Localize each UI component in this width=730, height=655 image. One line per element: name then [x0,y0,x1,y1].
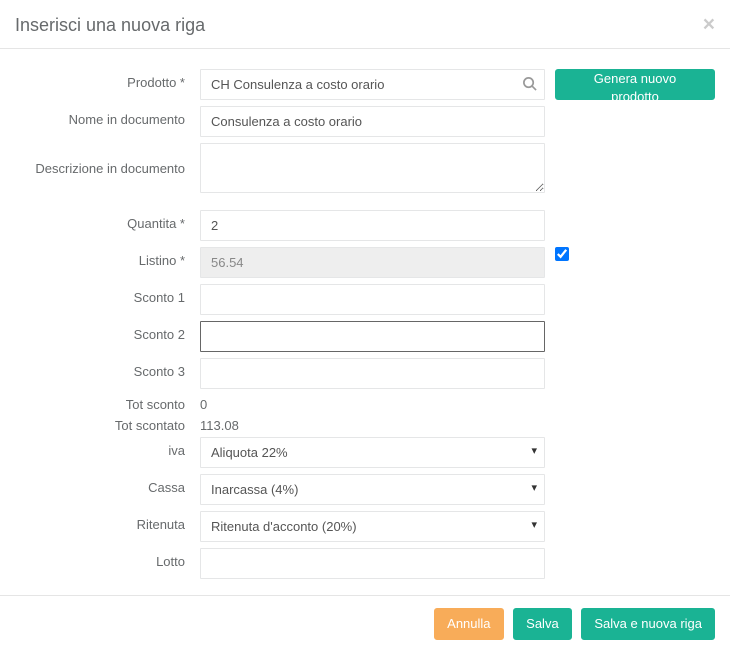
label-sconto1: Sconto 1 [15,284,200,305]
modal-body: Prodotto * Genera nuovo prodotto Nome in… [0,49,730,595]
close-icon[interactable]: × [703,14,715,35]
tot-scontato-value: 113.08 [200,416,545,433]
quantita-input[interactable] [200,210,545,241]
descrizione-documento-textarea[interactable] [200,143,545,193]
label-listino: Listino * [15,247,200,268]
label-nome-documento: Nome in documento [15,106,200,127]
genera-nuovo-prodotto-button[interactable]: Genera nuovo prodotto [555,69,715,100]
label-descrizione-documento: Descrizione in documento [15,143,200,176]
modal-header: Inserisci una nuova riga × [0,0,730,49]
label-tot-scontato: Tot scontato [15,416,200,433]
label-lotto: Lotto [15,548,200,569]
annulla-button[interactable]: Annulla [434,608,503,640]
label-tot-sconto: Tot sconto [15,395,200,412]
lotto-input[interactable] [200,548,545,579]
modal-insert-row: Inserisci una nuova riga × Prodotto * Ge… [0,0,730,655]
sconto3-input[interactable] [200,358,545,389]
label-ritenuta: Ritenuta [15,511,200,532]
tot-sconto-value: 0 [200,395,545,412]
sconto2-input[interactable] [200,321,545,352]
label-iva: iva [15,437,200,458]
label-prodotto: Prodotto * [15,69,200,90]
salva-button[interactable]: Salva [513,608,572,640]
cassa-select[interactable]: Inarcassa (4%) [200,474,545,505]
label-sconto2: Sconto 2 [15,321,200,342]
label-cassa: Cassa [15,474,200,495]
listino-input [200,247,545,278]
modal-title: Inserisci una nuova riga [15,15,715,36]
label-sconto3: Sconto 3 [15,358,200,379]
iva-select[interactable]: Aliquota 22% [200,437,545,468]
salva-nuova-riga-button[interactable]: Salva e nuova riga [581,608,715,640]
prodotto-input[interactable] [200,69,545,100]
label-quantita: Quantita * [15,210,200,231]
nome-documento-input[interactable] [200,106,545,137]
modal-footer: Annulla Salva Salva e nuova riga [0,595,730,655]
ritenuta-select[interactable]: Ritenuta d'acconto (20%) [200,511,545,542]
listino-checkbox[interactable] [555,247,569,261]
sconto1-input[interactable] [200,284,545,315]
